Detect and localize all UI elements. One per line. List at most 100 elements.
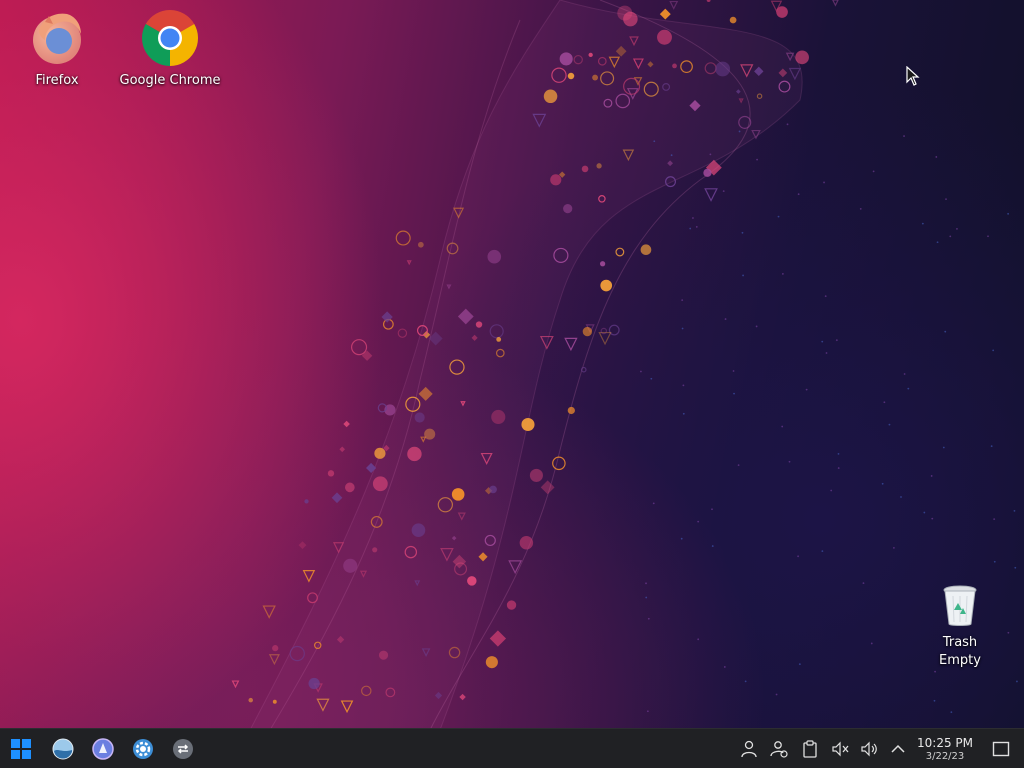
wallpaper-dot	[921, 222, 924, 225]
wallpaper-particle	[599, 261, 606, 267]
wallpaper-dot	[881, 482, 884, 485]
tray-volume[interactable]	[859, 738, 881, 760]
desktop-icon-label: Firefox	[35, 73, 79, 88]
wallpaper-particle	[588, 52, 593, 58]
wallpaper-particle	[268, 654, 280, 666]
file-manager-icon	[52, 738, 74, 760]
wallpaper-dot	[935, 156, 938, 158]
wallpaper-dot	[756, 158, 758, 161]
wallpaper-particle	[559, 52, 573, 66]
wallpaper-dot	[931, 517, 934, 520]
wallpaper-particle	[417, 241, 424, 248]
discover-icon	[92, 738, 114, 760]
wallpaper-particle	[302, 570, 316, 583]
wallpaper-dot	[788, 460, 791, 463]
wallpaper-dot	[781, 425, 784, 428]
wallpaper-particle	[343, 558, 358, 573]
wallpaper-particle	[564, 337, 578, 352]
wallpaper-particle	[272, 645, 279, 652]
wallpaper-dot	[797, 193, 800, 196]
desktop-icon-trash[interactable]: Trash Empty	[922, 584, 998, 670]
wallpaper-particle	[304, 499, 309, 504]
wallpaper-dot	[872, 170, 875, 173]
tray-user-switch[interactable]	[768, 738, 790, 760]
tray-expand[interactable]	[887, 738, 909, 760]
wallpaper-dot	[737, 464, 740, 467]
wallpaper-particle	[623, 11, 638, 27]
wallpaper-dot	[775, 693, 778, 696]
wallpaper-particle	[487, 249, 502, 264]
wallpaper-particle	[795, 50, 809, 65]
wallpaper-dot	[645, 582, 647, 585]
wallpaper-dot	[1007, 631, 1010, 634]
wallpaper-dot	[1013, 509, 1016, 512]
wallpaper-dot	[993, 560, 996, 563]
desktop-icon-firefox[interactable]: Firefox	[18, 10, 96, 90]
wallpaper-particle	[406, 260, 412, 266]
wallpaper-particle	[414, 412, 425, 423]
wallpaper-particle	[343, 420, 350, 428]
wallpaper-particle	[552, 456, 566, 471]
show-desktop-button[interactable]	[990, 738, 1012, 760]
tray-clipboard[interactable]	[799, 738, 821, 760]
wallpaper-particle	[489, 630, 507, 647]
wallpaper-dot	[689, 227, 692, 230]
wallpaper-particle	[640, 244, 652, 256]
wallpaper-dot	[733, 392, 735, 395]
wallpaper-dot	[956, 227, 958, 230]
desktop[interactable]: Firefox Google Chrome Trash Empty 10:25 …	[0, 0, 1024, 768]
wallpaper-dot	[640, 370, 642, 373]
wallpaper-dot	[934, 670, 936, 673]
wallpaper-particle	[485, 656, 498, 669]
wallpaper-dot	[888, 423, 891, 426]
wallpaper-particle	[703, 168, 712, 177]
taskbar-discover[interactable]	[90, 736, 116, 762]
start-menu-button[interactable]	[8, 736, 34, 762]
wallpaper-dot	[835, 339, 838, 342]
clock[interactable]: 10:25 PM 3/22/23	[910, 737, 980, 763]
wallpaper-dot	[777, 215, 780, 218]
wallpaper-particle	[704, 188, 718, 202]
wallpaper-dot	[992, 349, 995, 352]
wallpaper-dot	[1016, 680, 1018, 683]
wallpaper-particle	[489, 485, 497, 494]
wallpaper-particle	[397, 328, 408, 338]
wallpaper-dot	[892, 546, 895, 549]
wallpaper-dot	[722, 190, 725, 193]
wallpaper-particle	[298, 541, 307, 550]
wallpaper-particle	[327, 470, 335, 477]
wallpaper-particle	[582, 326, 593, 337]
taskbar-system-settings[interactable]	[130, 736, 156, 762]
mouse-cursor-icon	[906, 66, 920, 86]
desktop-icon-google-chrome[interactable]: Google Chrome	[108, 10, 232, 90]
wallpaper-particle	[657, 29, 672, 45]
wallpaper-dot	[645, 596, 648, 599]
user-icon	[741, 740, 757, 758]
wallpaper-particle	[350, 339, 368, 356]
wallpaper-particle	[272, 699, 277, 704]
wallpaper-particle	[706, 0, 711, 2]
wallpaper-dot	[990, 445, 993, 448]
wallpaper-dot	[923, 511, 926, 514]
wallpaper-dot	[781, 273, 784, 275]
start-menu-icon	[11, 739, 31, 759]
wallpaper-dot	[1014, 566, 1017, 569]
wallpaper-dot	[742, 274, 744, 277]
wallpaper-particle	[307, 592, 318, 604]
wallpaper-dot	[942, 446, 945, 449]
wallpaper-dot	[697, 520, 700, 523]
wallpaper-particle	[407, 446, 422, 462]
tray-user[interactable]	[738, 738, 760, 760]
wallpaper-particle	[361, 350, 373, 361]
wallpaper-dot	[682, 384, 685, 387]
taskbar-task-switcher[interactable]	[170, 736, 196, 762]
wallpaper-particle	[592, 74, 599, 81]
taskbar-file-manager[interactable]	[50, 736, 76, 762]
wallpaper-dot	[697, 638, 700, 641]
wallpaper-particle	[550, 174, 562, 186]
wallpaper-dot	[805, 388, 808, 391]
tray-microphone[interactable]	[829, 738, 851, 760]
wallpaper-dot	[732, 370, 735, 372]
wallpaper-dot	[824, 295, 827, 298]
wallpaper-dot	[945, 198, 947, 200]
